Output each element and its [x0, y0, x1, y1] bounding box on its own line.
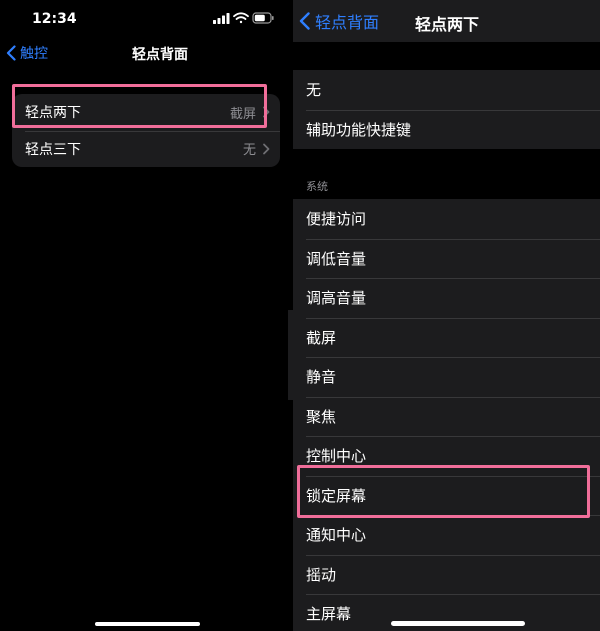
list-item-mute[interactable]: 静音: [293, 357, 600, 397]
section-header: 系统: [306, 180, 328, 193]
list-item-label: 便捷访问: [306, 210, 367, 229]
list-item-label: 摇动: [306, 565, 337, 584]
right-screen: 轻点背面 轻点两下 无 辅助功能快捷键 系统 便捷访问 调低音量 调高音量 截屏…: [293, 0, 600, 631]
list-item-accessibility-shortcut[interactable]: 辅助功能快捷键: [293, 109, 600, 150]
list-item-notification-center[interactable]: 通知中心: [293, 515, 600, 555]
chevron-right-icon: [263, 106, 270, 118]
list-item-double-tap[interactable]: 轻点两下 截屏: [12, 94, 280, 131]
list-item-triple-tap[interactable]: 轻点三下 无: [12, 130, 280, 168]
nav-bar: 触控 轻点背面: [0, 38, 292, 68]
list-item-none[interactable]: 无: [293, 70, 600, 110]
list-item-value: 截屏: [229, 106, 256, 122]
signal-icon: [213, 13, 230, 24]
chevron-right-icon: [263, 143, 270, 155]
list-item-volume-up[interactable]: 调高音量: [293, 278, 600, 318]
list-item-label: 静音: [306, 368, 337, 387]
list-item-label: 控制中心: [306, 447, 367, 466]
list-item-label: 调高音量: [306, 289, 367, 308]
list-item-label: 截屏: [306, 328, 337, 347]
page-title: 轻点背面: [132, 47, 188, 63]
home-indicator[interactable]: [95, 622, 200, 626]
list-item-shake[interactable]: 摇动: [293, 554, 600, 595]
status-time: 12:34: [32, 11, 77, 27]
list-item-control-center[interactable]: 控制中心: [293, 436, 600, 476]
list-item-label: 主屏幕: [306, 605, 352, 624]
list-item-label: 无: [306, 81, 322, 100]
tap-options-list: 轻点两下 截屏 轻点三下 无: [12, 94, 280, 167]
list-item-screenshot[interactable]: 截屏: [293, 317, 600, 358]
list-item-reachability[interactable]: 便捷访问: [293, 199, 600, 239]
action-group-system: 便捷访问 调低音量 调高音量 截屏 静音 聚焦 控制中心 锁定屏幕 通知中心 摇…: [293, 199, 600, 631]
action-group-basic: 无 辅助功能快捷键: [293, 70, 600, 149]
wifi-icon: [233, 12, 249, 24]
list-item-value: 无: [242, 143, 256, 159]
nav-bar: 轻点背面 轻点两下: [293, 0, 600, 42]
status-icons: [213, 11, 275, 27]
chevron-left-icon: [299, 12, 310, 30]
list-item-label: 通知中心: [306, 526, 367, 545]
list-item-focus[interactable]: 聚焦: [293, 396, 600, 437]
back-button-label: 轻点背面: [315, 13, 380, 32]
home-indicator[interactable]: [391, 621, 525, 626]
page-title: 轻点两下: [415, 15, 480, 34]
list-item-label: 聚焦: [306, 407, 337, 426]
list-item-volume-down[interactable]: 调低音量: [293, 238, 600, 279]
battery-icon: [252, 12, 274, 24]
list-item-lock-screen[interactable]: 锁定屏幕: [293, 475, 600, 516]
list-item-label: 轻点两下: [25, 105, 81, 122]
list-item-label: 锁定屏幕: [306, 486, 367, 505]
list-item-label: 轻点三下: [25, 141, 81, 158]
back-button[interactable]: 轻点背面: [299, 10, 379, 32]
status-icons-group: [213, 12, 274, 24]
left-screen: 12:34 触控 轻点背面 轻点两下 截屏 轻点三下 无: [0, 0, 292, 631]
status-bar: 12:34: [0, 0, 292, 40]
list-item-label: 辅助功能快捷键: [306, 120, 412, 139]
list-item-label: 调低音量: [306, 249, 367, 268]
